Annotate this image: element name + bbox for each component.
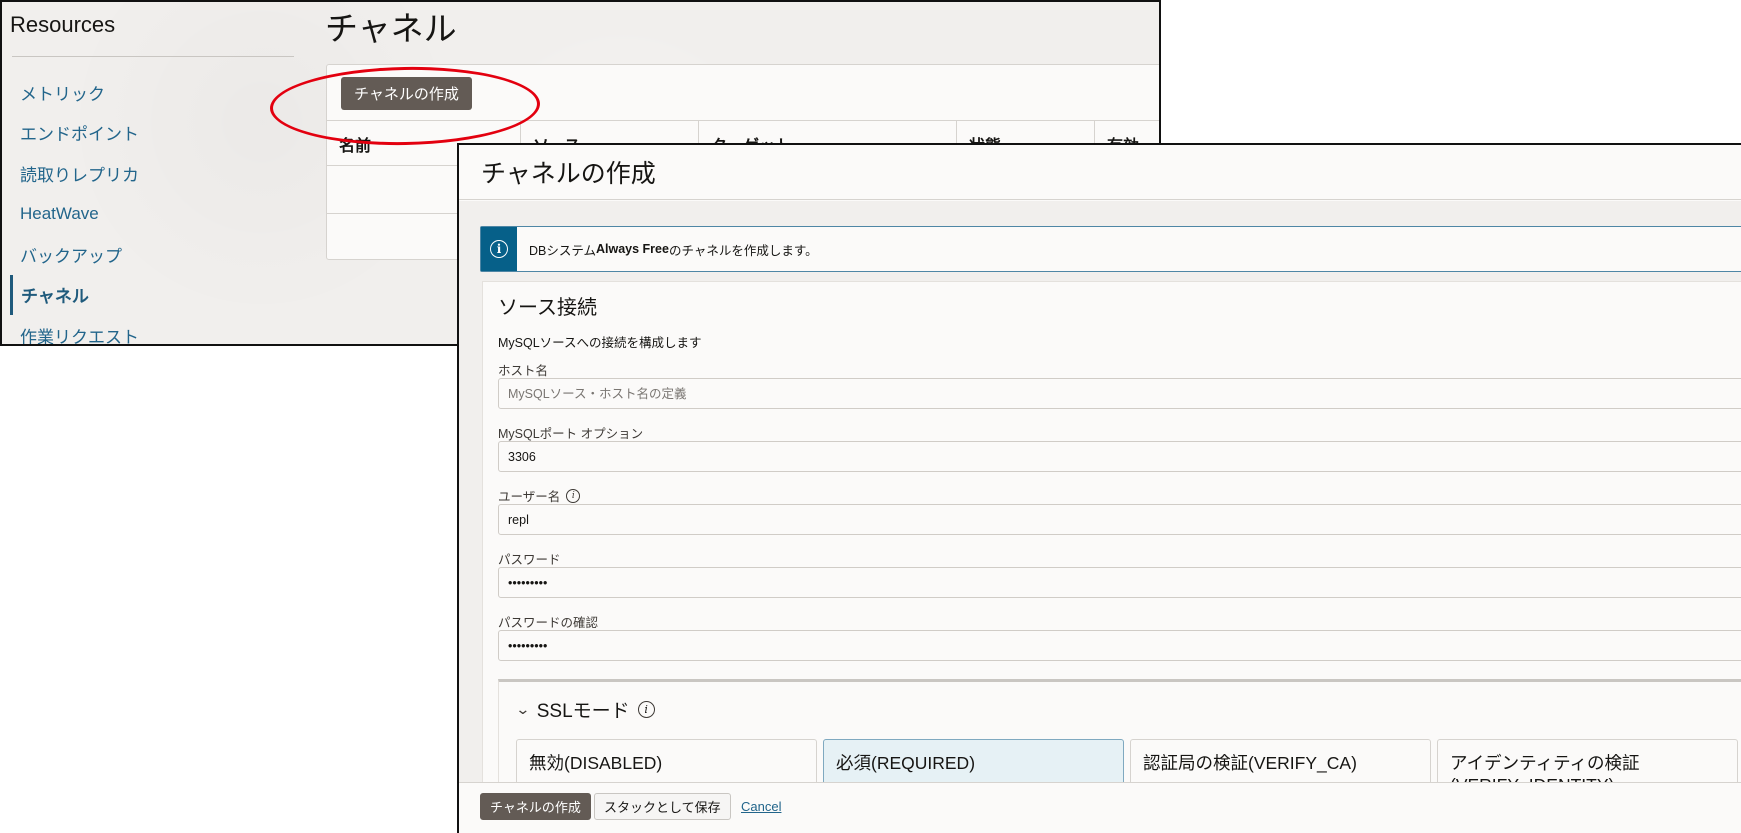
dialog-header: チャネルの作成 — [459, 145, 1741, 200]
ssl-mode-info-icon[interactable]: i — [637, 701, 655, 718]
source-connection-section: ソース接続 MySQLソースへの接続を構成します ホスト名 MySQLポート オ… — [482, 281, 1741, 801]
password-input[interactable] — [498, 567, 1741, 598]
info-banner: i DBシステム Always Free のチャネルを作成します。 — [480, 226, 1741, 272]
sidebar-item-channels[interactable]: チャネル — [10, 274, 290, 315]
dialog-body: i DBシステム Always Free のチャネルを作成します。 ソース接続 My… — [459, 201, 1741, 801]
password-confirm-input[interactable] — [498, 630, 1741, 661]
save-as-stack-button[interactable]: スタックとして保存 — [594, 793, 731, 820]
port-input[interactable] — [498, 441, 1741, 472]
ssl-mode-title: SSLモード — [536, 701, 630, 722]
username-info-icon[interactable]: i — [566, 488, 581, 503]
create-channel-dialog: チャネルの作成 i DBシステム Always Free のチャネルを作成します。 … — [457, 143, 1741, 833]
port-label: MySQLポート オプション — [498, 427, 644, 441]
info-banner-text: DBシステム Always Free のチャネルを作成します。 — [517, 227, 818, 271]
chevron-down-icon[interactable]: ⌄ — [515, 701, 530, 718]
sidebar-item-endpoints[interactable]: エンドポイント — [10, 113, 290, 154]
create-channel-submit-button[interactable]: チャネルの作成 — [480, 793, 591, 820]
ssl-mode-toggle[interactable]: ⌄ SSLモード i — [515, 696, 655, 723]
cancel-link[interactable]: Cancel — [741, 799, 781, 814]
hostname-input[interactable] — [498, 378, 1741, 409]
resources-sidebar: メトリック エンドポイント 読取りレプリカ HeatWave バックアップ チャ… — [10, 72, 290, 344]
username-label: ユーザー名 i — [498, 486, 581, 505]
password-confirm-label: パスワードの確認 — [498, 616, 599, 630]
sidebar-item-heatwave[interactable]: HeatWave — [10, 194, 290, 235]
sidebar-item-work-requests[interactable]: 作業リクエスト — [10, 315, 290, 344]
sidebar-item-backups[interactable]: バックアップ — [10, 234, 290, 275]
section-title: ソース接続 — [498, 297, 597, 319]
info-icon: i — [490, 240, 508, 258]
info-banner-icon-box: i — [481, 227, 517, 271]
page-title: チャネル — [325, 10, 457, 47]
info-text-prefix: DBシステム — [529, 243, 596, 258]
sidebar-item-metrics[interactable]: メトリック — [10, 72, 290, 113]
dialog-title: チャネルの作成 — [481, 160, 656, 188]
sidebar-item-read-replicas[interactable]: 読取りレプリカ — [10, 153, 290, 194]
info-text-bold: Always Free — [596, 242, 669, 256]
info-text-suffix: のチャネルを作成します。 — [668, 243, 818, 258]
hostname-label: ホスト名 — [498, 364, 549, 378]
password-label: パスワード — [498, 553, 561, 567]
section-description: MySQLソースへの接続を構成します — [498, 336, 702, 350]
ssl-mode-panel: ⌄ SSLモード i 無効(DISABLED) 必須(REQUIRED) 認証局… — [498, 679, 1741, 799]
resources-divider — [12, 56, 294, 57]
dialog-footer: チャネルの作成 スタックとして保存 Cancel — [459, 782, 1741, 833]
create-channel-button[interactable]: チャネルの作成 — [341, 77, 472, 110]
resources-title: Resources — [10, 12, 116, 37]
username-input[interactable] — [498, 504, 1741, 535]
